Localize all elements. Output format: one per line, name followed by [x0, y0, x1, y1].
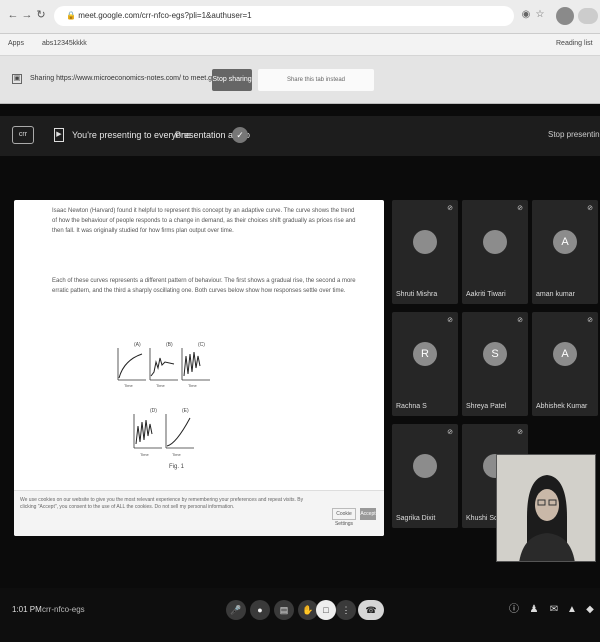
participant-tile[interactable]: ⊘ A aman kumar	[532, 200, 598, 304]
address-bar[interactable]: 🔒 meet.google.com/crr-nfco-egs?pli=1&aut…	[54, 6, 514, 26]
cookie-settings-button[interactable]: Cookie Settings	[332, 508, 356, 527]
avatar: A	[553, 342, 577, 366]
lock-icon: 🔒	[66, 11, 76, 20]
axis-label: Time	[172, 452, 182, 457]
chat-icon[interactable]: ✉	[546, 602, 562, 618]
raise-hand-icon[interactable]: ✋	[298, 600, 318, 620]
info-icon[interactable]: ⓘ	[506, 602, 522, 618]
reading-list-button[interactable]: Reading list	[556, 40, 593, 47]
participant-name: Abhishek Kumar	[536, 403, 588, 410]
sync-paused-button[interactable]	[578, 8, 598, 24]
participant-tile[interactable]: ⊘ A Abhishek Kumar	[532, 312, 598, 416]
mic-off-icon: ⊘	[587, 205, 593, 212]
avatar: A	[553, 230, 577, 254]
activities-icon[interactable]: ▲	[564, 602, 580, 618]
star-icon[interactable]: ☆	[534, 9, 546, 21]
meet-app: crr ▶ You're presenting to everyone Pres…	[0, 104, 600, 642]
participant-name: Rachna S	[396, 403, 427, 410]
participant-name: Aakriti Tiwari	[466, 291, 506, 298]
mic-off-icon: ⊘	[517, 429, 523, 436]
meeting-code: crr-nfco-egs	[42, 605, 85, 614]
graph-label: (B)	[166, 342, 173, 348]
stop-presenting-button[interactable]: Stop presenting	[548, 130, 600, 139]
camera-icon[interactable]: ●	[250, 600, 270, 620]
participant-tile[interactable]: ⊘ R Rachna S	[392, 312, 458, 416]
participant-name: Shruti Mishra	[396, 291, 438, 298]
meeting-info-icon[interactable]: crr	[12, 126, 34, 144]
bookmark-item[interactable]: abs12345kkkk	[42, 40, 87, 47]
mic-off-icon: ⊘	[517, 205, 523, 212]
graph-e: (E) Time	[165, 408, 194, 457]
participant-name: Sagrika Dixit	[396, 515, 436, 522]
cookie-accept-button[interactable]: Accept	[360, 508, 376, 520]
figure-caption: Fig. 1	[169, 464, 185, 470]
participant-tile[interactable]: ⊘ Sagrika Dixit	[392, 424, 458, 528]
avatar	[483, 230, 507, 254]
participant-name: Shreya Patel	[466, 403, 507, 410]
graph-label: (E)	[182, 408, 189, 414]
microphone-icon[interactable]: 🎤	[226, 600, 246, 620]
mic-off-icon: ⊘	[447, 429, 453, 436]
browser-toolbar: ← → ↻ 🔒 meet.google.com/crr-nfco-egs?pli…	[0, 0, 600, 34]
sharing-infobar: ▣ Sharing https://www.microeconomics-not…	[0, 56, 600, 104]
graph-label: (A)	[134, 342, 141, 348]
doc-paragraph: Each of these curves represents a differ…	[52, 278, 356, 294]
host-controls-icon[interactable]: ◆	[582, 602, 598, 618]
avatar	[413, 454, 437, 478]
axis-label: Time	[124, 383, 134, 388]
mic-off-icon: ⊘	[447, 317, 453, 324]
self-view-image	[497, 455, 595, 561]
self-view-video[interactable]	[496, 454, 596, 562]
presenting-banner: crr ▶ You're presenting to everyone Pres…	[0, 116, 600, 156]
screen-share-icon: ▣	[12, 74, 22, 84]
participant-name: aman kumar	[536, 291, 575, 298]
bookmark-apps[interactable]: Apps	[8, 40, 24, 47]
profile-avatar[interactable]	[556, 7, 574, 25]
axis-label: Time	[140, 452, 150, 457]
cast-icon[interactable]: ◉	[520, 9, 532, 21]
shared-screen: Isaac Newton (Harvard) found it helpful …	[14, 200, 384, 536]
graph-c: (C) Time	[181, 342, 210, 388]
audio-toggle-icon[interactable]: ✓	[232, 127, 248, 143]
leave-call-button[interactable]: ☎	[358, 600, 384, 620]
mic-off-icon: ⊘	[517, 317, 523, 324]
avatar: R	[413, 342, 437, 366]
cookie-banner: We use cookies on our website to give yo…	[14, 490, 384, 536]
presenting-status: You're presenting to everyone	[72, 130, 191, 140]
stop-sharing-button[interactable]: Stop sharing	[212, 69, 252, 91]
avatar: S	[483, 342, 507, 366]
share-this-tab-button[interactable]: Share this tab instead	[258, 69, 374, 91]
participant-tile[interactable]: ⊘ Aakriti Tiwari	[462, 200, 528, 304]
reload-icon[interactable]: ↻	[34, 8, 48, 22]
call-controls-bar: 1:01 PM crr-nfco-egs 🎤 ● ▤ ✋ □ ⋮ ☎ ⓘ ♟ ✉…	[0, 588, 600, 642]
axis-label: Time	[156, 383, 166, 388]
participant-tile[interactable]: ⊘ Shruti Mishra	[392, 200, 458, 304]
present-screen-icon: ▶	[54, 128, 64, 142]
avatar	[413, 230, 437, 254]
more-options-icon[interactable]: ⋮	[336, 600, 356, 620]
meeting-time: 1:01 PM	[12, 605, 42, 614]
graph-label: (D)	[150, 408, 157, 414]
doc-paragraph: Isaac Newton (Harvard) found it helpful …	[52, 208, 356, 234]
url-text: meet.google.com/crr-nfco-egs?pli=1&authu…	[78, 11, 252, 20]
people-icon[interactable]: ♟	[526, 602, 542, 618]
forward-icon[interactable]: →	[20, 8, 34, 22]
mic-off-icon: ⊘	[587, 317, 593, 324]
participant-tile[interactable]: ⊘ S Shreya Patel	[462, 312, 528, 416]
present-now-icon[interactable]: □	[316, 600, 336, 620]
graph-label: (C)	[198, 342, 205, 348]
back-icon[interactable]: ←	[6, 8, 20, 22]
bookmarks-bar: Apps abs12345kkkk Reading list	[0, 34, 600, 56]
mic-off-icon: ⊘	[447, 205, 453, 212]
cookie-text: We use cookies on our website to give yo…	[20, 497, 304, 510]
axis-label: Time	[188, 383, 198, 388]
captions-icon[interactable]: ▤	[274, 600, 294, 620]
